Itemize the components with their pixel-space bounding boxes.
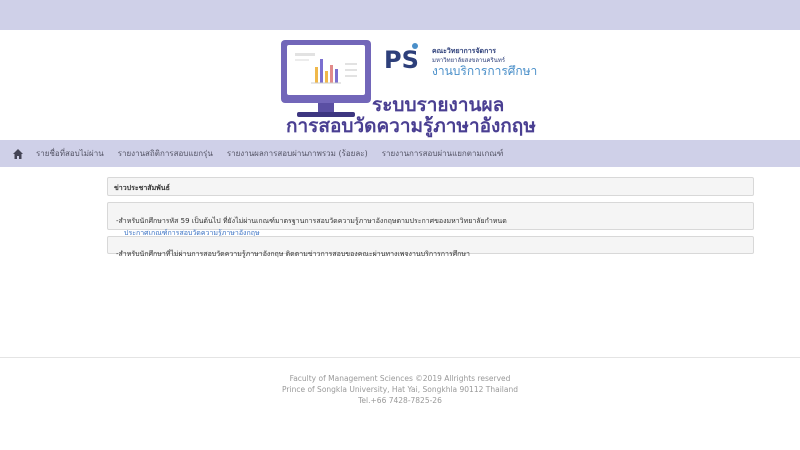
news-heading: ข่าวประชาสัมพันธ์	[107, 177, 754, 196]
news-item: -สำหรับนักศึกษาที่ไม่ผ่านการสอบวัดความรู…	[107, 236, 754, 258]
monitor-screen	[287, 45, 365, 95]
footer-address: Prince of Songkla University, Hat Yai, S…	[282, 385, 518, 394]
nav-item-stats-by-cohort[interactable]: รายงานสถิติการสอบแยกรุ่น	[118, 147, 213, 160]
news-item: -สำหรับนักศึกษารหัส 59 เป็นต้นไป ที่ยังไ…	[107, 202, 754, 237]
page-title-line2: การสอบวัดความรู้ภาษาอังกฤษ	[286, 115, 536, 137]
top-bar	[0, 0, 800, 30]
nav-item-overall-pass[interactable]: รายงานผลการสอบผ่านภาพรวม (ร้อยละ)	[227, 147, 368, 160]
main-nav: รายชื่อที่สอบไม่ผ่าน รายงานสถิติการสอบแย…	[0, 140, 800, 167]
nav-item-failed-list[interactable]: รายชื่อที่สอบไม่ผ่าน	[36, 147, 104, 160]
news-item-text: -สำหรับนักศึกษารหัส 59 เป็นต้นไป ที่ยังไ…	[116, 217, 507, 225]
monitor-illustration	[281, 40, 371, 103]
news-item-text: -สำหรับนักศึกษาที่ไม่ผ่านการสอบวัดความรู…	[116, 250, 470, 258]
psu-logo-icon: PSU	[384, 43, 418, 72]
footer-phone: Tel.+66 7428-7825-26	[358, 396, 442, 405]
footer: Faculty of Management Sciences ©2019 All…	[0, 373, 800, 406]
office-name: งานบริการการศึกษา	[432, 64, 538, 78]
footer-divider	[0, 357, 800, 358]
home-icon[interactable]	[12, 148, 24, 160]
bar-chart-icon	[295, 53, 357, 84]
nav-item-pass-by-criteria[interactable]: รายงานการสอบผ่านแยกตามเกณฑ์	[382, 147, 504, 160]
footer-copyright: Faculty of Management Sciences ©2019 All…	[289, 374, 511, 383]
psu-logo-mark: PSU	[384, 46, 418, 72]
